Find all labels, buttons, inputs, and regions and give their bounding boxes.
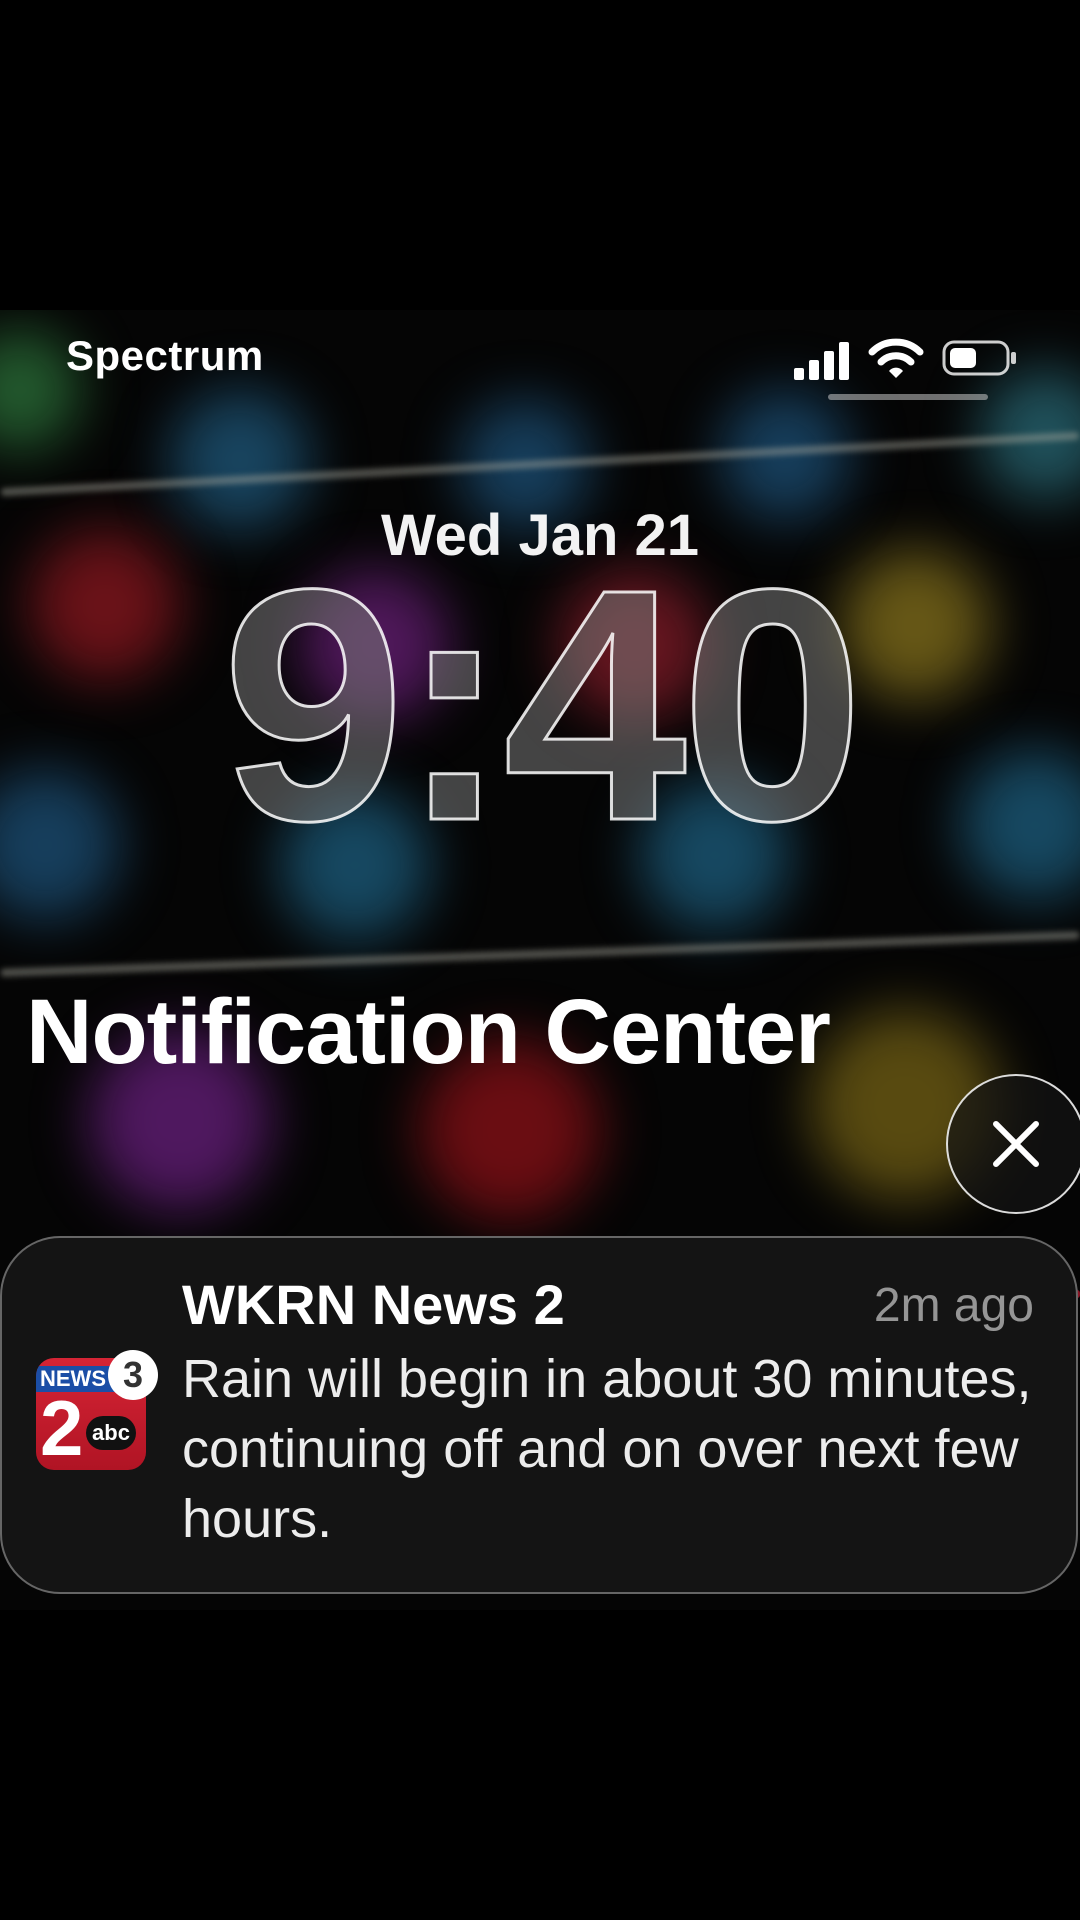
notification-app-name: WKRN News 2: [182, 1273, 565, 1336]
close-button[interactable]: [946, 1074, 1080, 1214]
notification-timestamp: 2m ago: [873, 1279, 1034, 1332]
lock-clock: 9:40: [220, 520, 865, 889]
grabber-handle[interactable]: [828, 394, 988, 400]
battery-icon: [942, 336, 1018, 380]
abc-logo: abc: [86, 1416, 136, 1450]
carrier-label: Spectrum: [66, 332, 264, 379]
icon-number: 2: [40, 1384, 84, 1470]
notification-message: Rain will begin in about 30 minutes, con…: [182, 1349, 1032, 1549]
badge-count: 3: [122, 1354, 144, 1395]
signal-icon: [794, 340, 850, 380]
notification-center-title: Notification Center: [26, 981, 831, 1083]
status-bar: Spectrum: [0, 310, 1080, 400]
wifi-icon: [868, 336, 924, 382]
close-icon: [993, 1121, 1039, 1167]
